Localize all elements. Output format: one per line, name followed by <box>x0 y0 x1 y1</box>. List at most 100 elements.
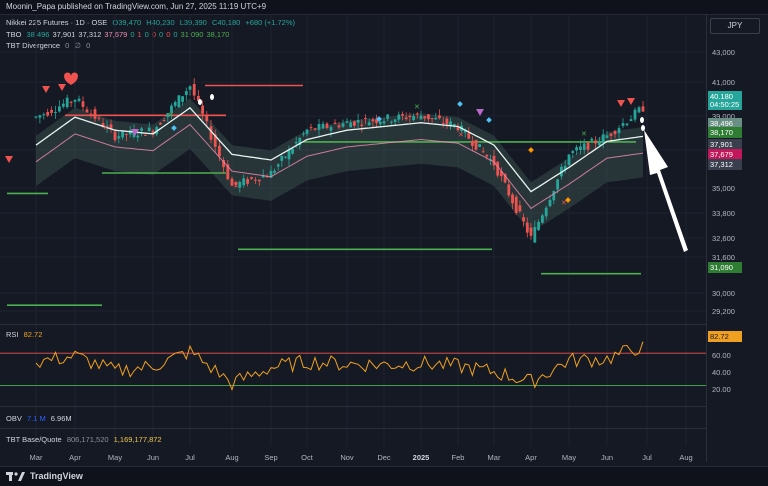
chart-canvas[interactable]: ✕ ✕ ✕ ✕ ✕ ✕ ✕ <box>0 14 706 462</box>
price-tick-label: 41,000 <box>712 78 735 87</box>
tbt-value-2: 1,169,177,872 <box>113 435 162 444</box>
candle-body <box>525 222 529 233</box>
candle-body <box>445 118 449 124</box>
candle-body <box>73 99 77 102</box>
candle-body <box>284 156 287 158</box>
candle-body <box>481 151 485 153</box>
candle-body <box>441 122 445 124</box>
candle-body <box>353 121 356 126</box>
candle-body <box>605 135 609 138</box>
candle-body <box>575 147 578 151</box>
candle-body <box>181 96 184 102</box>
candle-body <box>364 118 367 120</box>
time-tick-label: Nov <box>340 453 354 462</box>
candle-body <box>367 122 371 126</box>
tbt-value-1: 806,171,520 <box>66 435 109 444</box>
candle-body <box>317 124 321 130</box>
candle-body <box>257 179 261 182</box>
candle-body <box>337 125 341 128</box>
cross-icon: ✕ <box>458 132 464 139</box>
pane-divider-rsi[interactable] <box>0 324 706 325</box>
candle-body <box>404 117 408 120</box>
footer-bar: TradingView <box>0 466 768 486</box>
candle-body <box>85 109 89 113</box>
candle-body <box>136 135 140 138</box>
candle-body <box>273 170 276 173</box>
candle-body <box>625 123 629 126</box>
candle-body <box>474 139 478 150</box>
candle-body <box>537 221 540 231</box>
rsi-line <box>35 341 644 392</box>
candle-body <box>533 227 537 243</box>
candle-body <box>582 143 586 150</box>
tradingview-logo-icon <box>6 472 25 481</box>
white-dot-icon <box>640 117 644 123</box>
candle-body <box>629 119 633 122</box>
candle-body <box>81 101 85 107</box>
candle-body <box>356 120 360 123</box>
rsi-value: 82.72 <box>23 330 43 339</box>
time-tick-label: Aug <box>679 453 693 462</box>
candle-body <box>313 128 317 130</box>
candle-body <box>522 217 525 222</box>
candle-body <box>430 118 434 120</box>
time-tick-label: Mar <box>487 453 501 462</box>
candle-body <box>548 199 552 207</box>
time-tick-label: Sep <box>264 453 278 462</box>
candle-body <box>415 113 419 115</box>
candle-body <box>242 178 246 186</box>
white-arrow-icon <box>644 130 688 252</box>
cross-icon: ✕ <box>561 200 567 207</box>
purple-triangle-icon <box>476 109 484 116</box>
time-tick-label: Mar <box>29 453 43 462</box>
candle-body <box>613 131 617 135</box>
white-dot-icon <box>641 125 645 131</box>
candle-body <box>291 148 294 154</box>
candle-body <box>471 141 474 146</box>
pane-divider-tbt[interactable] <box>0 428 706 429</box>
sell-triangle-icon <box>617 100 625 107</box>
time-tick-label: May <box>561 453 577 462</box>
candle-body <box>427 114 430 120</box>
sell-triangle-icon <box>5 156 13 163</box>
time-tick-label: Jul <box>642 453 652 462</box>
candle-body <box>408 115 412 118</box>
pane-divider-obv[interactable] <box>0 406 706 407</box>
price-tick-label: 31,600 <box>712 253 735 262</box>
candle-body <box>201 105 204 114</box>
candle-body <box>397 114 401 120</box>
cross-icon: ✕ <box>168 112 174 119</box>
tbt-legend[interactable]: TBT Base/Quote 806,171,520 1,169,177,872 <box>6 435 162 444</box>
time-tick-label: Jun <box>600 453 614 462</box>
candle-body <box>579 146 582 150</box>
diamond-icon <box>486 117 492 123</box>
rsi-label: RSI <box>6 330 19 339</box>
price-tick-label: 32,600 <box>712 234 735 243</box>
candle-body <box>609 133 613 136</box>
time-tick-label: May <box>107 453 123 462</box>
sell-triangle-icon <box>42 86 50 93</box>
candle-body <box>250 177 253 179</box>
candle-body <box>567 154 571 166</box>
candle-body <box>419 115 423 120</box>
candle-body <box>305 129 309 134</box>
candle-body <box>254 179 257 181</box>
candle-body <box>188 86 192 90</box>
obv-legend[interactable]: OBV 7.1 M 6.96M <box>6 414 72 423</box>
price-axis-border <box>706 14 707 462</box>
candle-body <box>556 179 559 190</box>
candle-body <box>423 116 427 119</box>
candle-body <box>514 196 518 214</box>
candle-body <box>333 122 337 124</box>
candle-body <box>329 127 333 131</box>
candle-body <box>467 132 471 139</box>
rsi-tick-label: 20.00 <box>712 385 731 394</box>
candle-body <box>485 154 489 157</box>
rsi-tick-label: 40.00 <box>712 368 731 377</box>
candle-body <box>511 194 514 204</box>
currency-button[interactable]: JPY <box>710 18 760 34</box>
candle-body <box>38 115 42 118</box>
candle-body <box>280 155 284 161</box>
price-tick-label: 33,800 <box>712 209 735 218</box>
rsi-legend[interactable]: RSI 82.72 <box>6 330 42 339</box>
